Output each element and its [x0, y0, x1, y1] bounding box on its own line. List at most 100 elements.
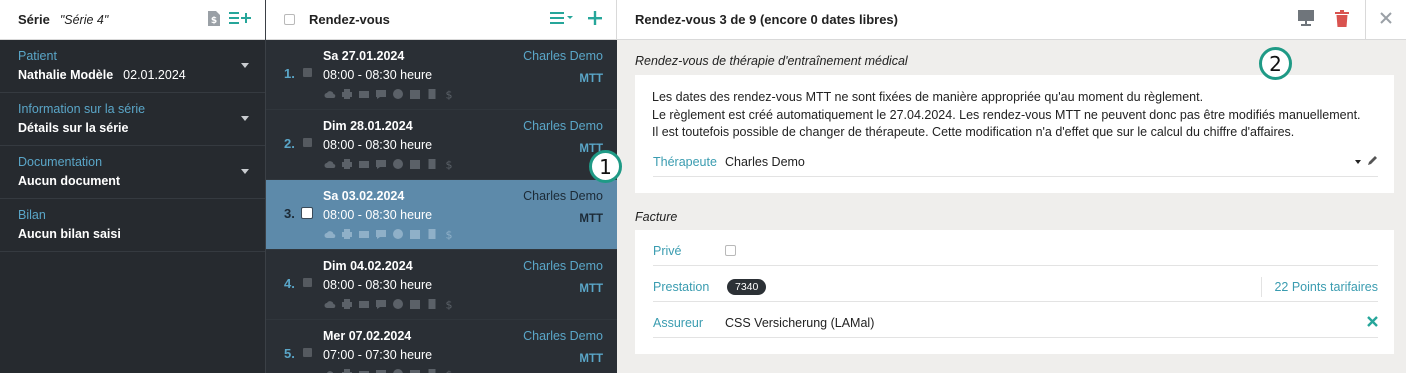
- appointment-checkbox[interactable]: [303, 138, 312, 147]
- calendar-icon[interactable]: [409, 368, 421, 373]
- appointment-number: 2.: [284, 136, 295, 151]
- printer-icon[interactable]: [341, 368, 353, 373]
- appointment-item[interactable]: 2. Dim 28.01.2024 08:00 - 08:30 heure $ Char…: [266, 110, 617, 180]
- appointment-actions: $: [324, 228, 455, 242]
- calendar-icon[interactable]: [409, 158, 421, 170]
- appointment-checkbox[interactable]: [303, 68, 312, 77]
- insurer-value[interactable]: CSS Versicherung (LAMal): [725, 316, 874, 330]
- appointment-checkbox[interactable]: [301, 207, 313, 219]
- printer-icon[interactable]: [341, 88, 353, 100]
- series-name: "Série 4": [59, 12, 109, 27]
- chat-icon[interactable]: [375, 368, 387, 373]
- dollar-icon[interactable]: $: [443, 298, 455, 312]
- calculator-icon[interactable]: [426, 368, 438, 373]
- mail-icon[interactable]: [358, 158, 370, 170]
- dollar-icon[interactable]: $: [443, 158, 455, 172]
- appointment-item[interactable]: 5. Mer 07.02.2024 07:00 - 07:30 heure $ Char…: [266, 320, 617, 373]
- calendar-icon[interactable]: [409, 88, 421, 100]
- therapy-section-title: Rendez-vous de thérapie d'entraînement m…: [635, 54, 908, 68]
- series-section[interactable]: Bilan Aucun bilan saisi: [0, 199, 265, 252]
- mail-icon[interactable]: [358, 88, 370, 100]
- appointment-type: MTT: [579, 283, 603, 295]
- presentation-icon[interactable]: [1297, 9, 1315, 30]
- mail-icon[interactable]: [358, 228, 370, 240]
- mail-icon[interactable]: [358, 298, 370, 310]
- appointment-actions: $: [324, 298, 455, 312]
- service-code-badge[interactable]: 7340: [727, 278, 767, 295]
- clock-icon[interactable]: [392, 88, 404, 100]
- clock-icon[interactable]: [392, 158, 404, 170]
- appointment-item[interactable]: 4. Dim 04.02.2024 08:00 - 08:30 heure $ Char…: [266, 250, 617, 320]
- clock-icon[interactable]: [392, 228, 404, 240]
- invoice-section-title: Facture: [635, 210, 678, 224]
- appointment-item[interactable]: 3. Sa 03.02.2024 08:00 - 08:30 heure $ Charl…: [266, 180, 617, 250]
- cloud-icon[interactable]: [324, 368, 336, 373]
- dollar-icon[interactable]: $: [443, 368, 455, 373]
- cloud-icon[interactable]: [324, 88, 336, 100]
- dollar-icon[interactable]: $: [443, 88, 455, 102]
- section-value-text: Détails sur la série: [18, 121, 129, 135]
- series-section[interactable]: Documentation Aucun document: [0, 146, 265, 199]
- list-menu-icon[interactable]: [550, 11, 574, 28]
- chevron-down-icon[interactable]: [241, 116, 249, 121]
- printer-icon[interactable]: [341, 228, 353, 240]
- remove-icon[interactable]: [1367, 315, 1378, 330]
- pencil-icon[interactable]: [1367, 154, 1378, 169]
- appointment-therapist: Charles Demo: [523, 189, 603, 203]
- cloud-icon[interactable]: [324, 228, 336, 240]
- dropdown-caret-icon[interactable]: [1355, 159, 1361, 164]
- chat-icon[interactable]: [375, 88, 387, 100]
- plus-icon[interactable]: [588, 11, 602, 28]
- calendar-icon[interactable]: [409, 298, 421, 310]
- clock-icon[interactable]: [392, 298, 404, 310]
- appointment-actions: $: [324, 88, 455, 102]
- dollar-icon[interactable]: $: [443, 228, 455, 242]
- appointment-therapist: Charles Demo: [523, 119, 603, 133]
- appointment-time: 08:00 - 08:30 heure: [323, 278, 433, 292]
- cloud-icon[interactable]: [324, 298, 336, 310]
- section-extra: 02.01.2024: [123, 68, 186, 82]
- appointment-type: MTT: [579, 73, 603, 85]
- add-list-icon[interactable]: [229, 11, 251, 28]
- svg-text:$: $: [446, 229, 453, 241]
- chevron-down-icon[interactable]: [241, 63, 249, 68]
- trash-icon[interactable]: [1335, 9, 1349, 30]
- callout-marker-2: 2: [1259, 47, 1292, 80]
- appointment-checkbox[interactable]: [303, 348, 312, 357]
- appointment-item[interactable]: 1. Sa 27.01.2024 08:00 - 08:30 heure $ Charl…: [266, 40, 617, 110]
- appointment-list: 1. Sa 27.01.2024 08:00 - 08:30 heure $ Charl…: [266, 40, 617, 373]
- calculator-icon[interactable]: [426, 88, 438, 100]
- chevron-down-icon[interactable]: [241, 169, 249, 174]
- appointment-number: 5.: [284, 346, 295, 361]
- printer-icon[interactable]: [341, 158, 353, 170]
- cloud-icon[interactable]: [324, 158, 336, 170]
- series-section[interactable]: Information sur la série Détails sur la s…: [0, 93, 265, 146]
- section-value-text: Aucun bilan saisi: [18, 227, 121, 241]
- private-row: Privé: [653, 236, 1378, 266]
- therapist-row: Thérapeute Charles Demo: [653, 147, 1378, 177]
- chat-icon[interactable]: [375, 228, 387, 240]
- clock-icon[interactable]: [392, 368, 404, 373]
- appointment-time: 07:00 - 07:30 heure: [323, 348, 433, 362]
- series-section[interactable]: Patient Nathalie Modèle 02.01.2024: [0, 40, 265, 93]
- mail-icon[interactable]: [358, 368, 370, 373]
- calculator-icon[interactable]: [426, 158, 438, 170]
- appointment-date: Dim 04.02.2024: [323, 259, 413, 273]
- appointment-date: Dim 28.01.2024: [323, 119, 413, 133]
- document-icon[interactable]: $: [207, 10, 221, 30]
- appointment-therapist: Charles Demo: [523, 329, 603, 343]
- printer-icon[interactable]: [341, 298, 353, 310]
- private-checkbox[interactable]: [725, 245, 736, 256]
- close-icon[interactable]: [1380, 12, 1392, 27]
- chat-icon[interactable]: [375, 158, 387, 170]
- calculator-icon[interactable]: [426, 298, 438, 310]
- service-row: Prestation 7340 22 Points tarifaires: [653, 272, 1378, 302]
- appointment-checkbox[interactable]: [303, 278, 312, 287]
- svg-text:$: $: [446, 369, 453, 373]
- therapist-select[interactable]: Charles Demo: [725, 155, 805, 169]
- chat-icon[interactable]: [375, 298, 387, 310]
- select-all-checkbox[interactable]: [284, 14, 295, 25]
- service-label: Prestation: [653, 279, 710, 294]
- calendar-icon[interactable]: [409, 228, 421, 240]
- calculator-icon[interactable]: [426, 228, 438, 240]
